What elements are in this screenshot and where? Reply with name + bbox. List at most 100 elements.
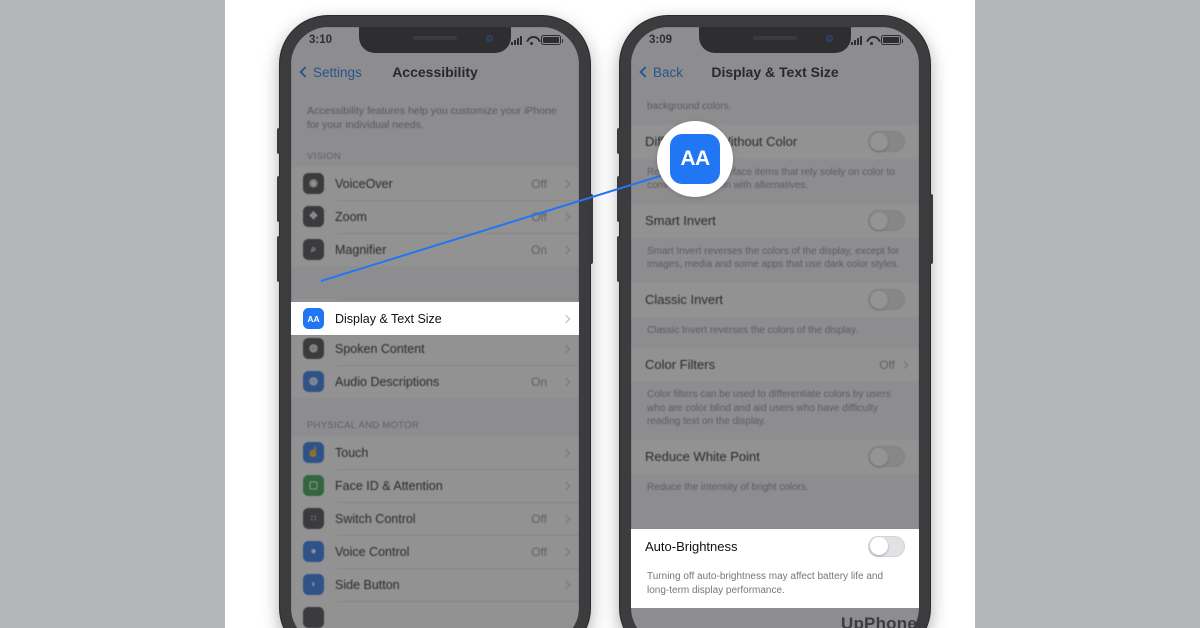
chevron-right-icon	[561, 179, 571, 189]
row-classic-invert[interactable]: Classic Invert	[631, 282, 919, 317]
battery-full-icon	[881, 35, 903, 45]
sidebar-item-spoken-content[interactable]: ◍ Spoken Content	[291, 332, 579, 366]
right-nav-bar: Back Display & Text Size	[631, 53, 919, 91]
section-gap	[291, 398, 579, 412]
audio-descriptions-icon: ◍	[303, 371, 324, 393]
cell-value: Off	[531, 511, 547, 526]
chevron-right-icon	[561, 212, 571, 222]
callout-badge-aa: AA	[657, 121, 733, 197]
mute-switch[interactable]	[617, 128, 621, 154]
side-power-button[interactable]	[589, 194, 593, 264]
chevron-left-icon	[299, 66, 311, 78]
volume-up-button[interactable]	[277, 176, 281, 222]
sidebar-item-extra[interactable]	[291, 601, 579, 628]
left-phone-screen: Accessibility features help you customiz…	[291, 27, 579, 628]
group-header-vision: VISION	[307, 151, 342, 163]
cell-value: Off	[531, 544, 547, 559]
placeholder-icon	[303, 607, 324, 628]
accessibility-intro-text: Accessibility features help you customiz…	[307, 105, 557, 132]
cellular-signal-icon	[851, 35, 862, 45]
chevron-right-icon	[561, 580, 571, 590]
highlighted-row-display-text-size[interactable]: AA Display & Text Size	[291, 302, 579, 335]
volume-down-button[interactable]	[617, 236, 621, 282]
row-description: Classic Invert reverses the colors of th…	[647, 324, 859, 336]
sidebar-item-switch-control[interactable]: ∷ Switch Control Off	[291, 502, 579, 536]
chevron-right-icon	[899, 360, 909, 369]
cell-label: Display & Text Size	[335, 311, 442, 326]
voice-control-icon: ●	[303, 541, 324, 563]
wifi-icon	[526, 36, 537, 45]
sidebar-item-zoom[interactable]: ✥ Zoom Off	[291, 200, 579, 234]
back-button-label: Settings	[313, 64, 362, 80]
sidebar-item-display-text-size[interactable]: AA Display & Text Size	[291, 302, 579, 335]
back-button[interactable]: Back	[631, 65, 683, 80]
reduce-white-point-toggle[interactable]	[868, 446, 905, 467]
cell-label: Magnifier	[335, 242, 387, 257]
right-phone-frame: background colors. Differentiate Without…	[617, 16, 933, 628]
cell-label: Touch	[335, 445, 369, 460]
cell-label: Voice Control	[335, 544, 410, 559]
sidebar-item-side-button[interactable]: ◗ Side Button	[291, 568, 579, 602]
switch-control-icon: ∷	[303, 508, 324, 530]
row-auto-brightness[interactable]: Auto-Brightness	[631, 529, 919, 563]
cell-label: Audio Descriptions	[335, 374, 440, 389]
accessibility-scroll-body[interactable]: Accessibility features help you customiz…	[291, 91, 579, 628]
page-canvas: Accessibility features help you customiz…	[225, 0, 975, 628]
group-header-physical-and-motor: PHYSICAL AND MOTOR	[307, 420, 420, 432]
right-phone-screen: background colors. Differentiate Without…	[631, 27, 919, 628]
side-button-icon: ◗	[303, 574, 324, 596]
status-time: 3:10	[309, 34, 333, 46]
classic-invert-toggle[interactable]	[868, 289, 905, 310]
cell-value: Off	[531, 176, 547, 191]
sidebar-item-audio-descriptions[interactable]: ◍ Audio Descriptions On	[291, 365, 579, 399]
mute-switch[interactable]	[277, 128, 281, 154]
cell-label: Side Button	[335, 577, 400, 592]
row-reduce-white-point[interactable]: Reduce White Point	[631, 439, 919, 474]
row-label: Smart Invert	[645, 213, 716, 228]
sidebar-item-magnifier[interactable]: ⌕ Magnifier On	[291, 233, 579, 267]
cell-label: Zoom	[335, 209, 367, 224]
row-color-filters[interactable]: Color Filters Off	[631, 348, 919, 381]
row-smart-invert[interactable]: Smart Invert	[631, 203, 919, 238]
left-status-bar: 3:10	[291, 27, 579, 53]
back-button-label: Back	[653, 64, 684, 80]
cell-value: On	[530, 242, 547, 257]
chevron-left-icon	[639, 66, 651, 78]
highlighted-card-auto-brightness[interactable]: Auto-Brightness Turning off auto-brightn…	[631, 529, 919, 608]
volume-up-button[interactable]	[617, 176, 621, 222]
partial-top-description: background colors.	[647, 101, 732, 112]
cell-label: VoiceOver	[335, 176, 393, 191]
face-id-icon: ▢	[303, 475, 324, 497]
chevron-right-icon	[561, 344, 571, 354]
display-text-size-aa-icon: AA	[670, 134, 720, 184]
sidebar-item-voiceover[interactable]: ◉ VoiceOver Off	[291, 167, 579, 201]
sidebar-item-voice-control[interactable]: ● Voice Control Off	[291, 535, 579, 569]
side-power-button[interactable]	[929, 194, 933, 264]
smart-invert-toggle[interactable]	[868, 210, 905, 231]
cell-value: Off	[531, 209, 547, 224]
wifi-icon	[866, 36, 877, 45]
cell-label: Switch Control	[335, 511, 416, 526]
row-label: Reduce White Point	[645, 449, 760, 464]
row-label: Auto-Brightness	[645, 538, 738, 554]
chevron-right-icon	[561, 245, 571, 255]
cell-label: Face ID & Attention	[335, 478, 443, 493]
chevron-right-icon	[561, 314, 571, 323]
chevron-right-icon	[561, 448, 571, 458]
cellular-signal-icon	[511, 35, 522, 45]
chevron-right-icon	[561, 481, 571, 491]
magnifier-icon: ⌕	[303, 239, 324, 261]
voiceover-icon: ◉	[303, 173, 324, 195]
volume-down-button[interactable]	[277, 236, 281, 282]
chevron-right-icon	[561, 547, 571, 557]
row-description: Reduce the intensity of bright colors.	[647, 481, 809, 493]
back-button-settings[interactable]: Settings	[291, 65, 362, 80]
auto-brightness-toggle[interactable]	[868, 535, 905, 557]
row-value: Off	[879, 357, 895, 372]
row-label: Classic Invert	[645, 292, 724, 307]
differentiate-without-color-toggle[interactable]	[868, 131, 905, 152]
sidebar-item-touch[interactable]: ☝ Touch	[291, 436, 579, 470]
sidebar-item-face-id-attention[interactable]: ▢ Face ID & Attention	[291, 469, 579, 503]
left-nav-bar: Settings Accessibility	[291, 53, 579, 91]
zoom-icon: ✥	[303, 206, 324, 228]
